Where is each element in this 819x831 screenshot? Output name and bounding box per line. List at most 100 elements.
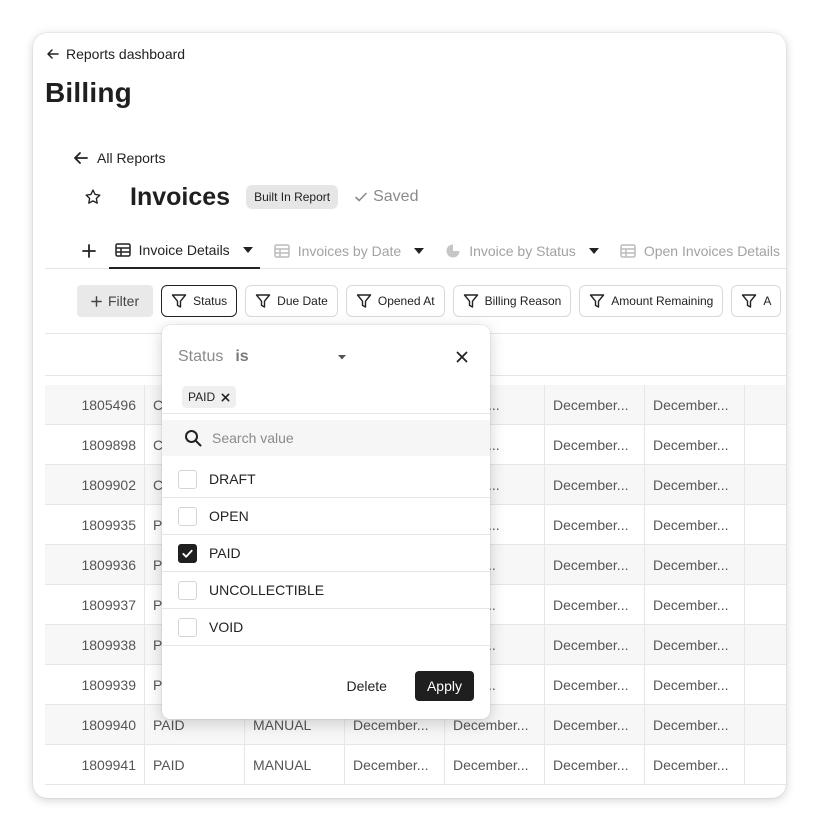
plus-icon bbox=[82, 243, 97, 258]
checkbox-icon[interactable] bbox=[178, 580, 197, 600]
option-label: OPEN bbox=[209, 508, 249, 524]
divider bbox=[162, 413, 490, 414]
filter-funnel-icon bbox=[590, 294, 605, 308]
operator-select[interactable]: is bbox=[235, 348, 347, 366]
back-to-reports-dashboard-link[interactable]: Reports dashboard bbox=[46, 46, 185, 62]
caret-down-icon bbox=[338, 355, 347, 360]
filter-funnel-icon bbox=[463, 294, 478, 308]
option-label: PAID bbox=[209, 545, 241, 561]
filter-chip-amount-remaining[interactable]: Amount Remaining bbox=[579, 285, 724, 317]
search-icon bbox=[185, 430, 202, 447]
popover-header: Status is bbox=[178, 345, 474, 369]
filter-chip-billing-reason[interactable]: Billing Reason bbox=[452, 285, 572, 317]
date-cell: December... bbox=[545, 585, 645, 624]
invoice-id-cell: 1809941 bbox=[45, 745, 145, 784]
arrow-left-icon bbox=[47, 49, 59, 59]
tab-open-invoices-details[interactable]: Open Invoices Details bbox=[614, 233, 786, 269]
table-row[interactable]: 1809941 PAID MANUAL December... December... D… bbox=[45, 745, 786, 785]
filter-chip-opened-at[interactable]: Opened At bbox=[345, 285, 445, 317]
chip-label: Opened At bbox=[377, 294, 435, 308]
apply-filter-button[interactable]: Apply bbox=[414, 671, 474, 701]
caret-down-icon[interactable] bbox=[588, 247, 600, 255]
status-filter-popover: Status is PAID DRAFT OPEN PAID UNCOLLECTIBL… bbox=[162, 325, 490, 719]
tab-invoice-by-status[interactable]: Invoice by Status bbox=[439, 233, 606, 269]
filter-chip-due-date[interactable]: Due Date bbox=[245, 285, 338, 317]
option-label: VOID bbox=[209, 619, 244, 635]
report-tabs: Invoice Details Invoices by Date Invoice… bbox=[45, 233, 786, 269]
add-filter-label: Filter bbox=[108, 293, 140, 309]
date-cell: December... bbox=[545, 385, 645, 424]
all-reports-label: All Reports bbox=[97, 150, 166, 166]
delete-filter-button[interactable]: Delete bbox=[331, 671, 403, 701]
back-link-label: Reports dashboard bbox=[66, 46, 186, 62]
filter-funnel-icon bbox=[742, 294, 757, 308]
report-header: Invoices Built In Report Saved bbox=[83, 179, 418, 215]
invoice-id-cell: 1809939 bbox=[45, 665, 145, 704]
remove-tag-icon[interactable] bbox=[221, 393, 230, 402]
caret-down-icon[interactable] bbox=[413, 247, 425, 255]
invoice-id-cell: 1809935 bbox=[45, 505, 145, 544]
table-icon bbox=[620, 243, 636, 258]
tab-invoices-by-date[interactable]: Invoices by Date bbox=[268, 233, 432, 269]
date-cell: December... bbox=[645, 745, 745, 784]
tab-invoice-details[interactable]: Invoice Details bbox=[108, 233, 260, 269]
checkbox-icon[interactable] bbox=[178, 617, 197, 637]
checkbox-icon[interactable] bbox=[178, 506, 197, 526]
option-label: DRAFT bbox=[209, 471, 256, 487]
tab-label: Invoices by Date bbox=[297, 242, 402, 259]
invoice-id-cell: 1809902 bbox=[45, 465, 145, 504]
chip-label: Billing Reason bbox=[484, 294, 562, 308]
all-reports-link[interactable]: All Reports bbox=[73, 150, 165, 166]
saved-status: Saved bbox=[354, 188, 418, 206]
filter-chip-truncated[interactable]: A bbox=[731, 285, 782, 317]
filter-chip-status[interactable]: Status bbox=[161, 285, 238, 317]
date-cell: December... bbox=[545, 705, 645, 744]
filter-funnel-icon bbox=[356, 294, 372, 308]
tag-label: PAID bbox=[188, 390, 216, 404]
invoice-id-cell: 1809938 bbox=[45, 625, 145, 664]
tab-label: Invoice Details bbox=[138, 241, 230, 258]
table-icon bbox=[114, 242, 131, 257]
date-cell: December... bbox=[545, 665, 645, 704]
date-cell: December... bbox=[545, 745, 645, 784]
filter-field-label: Status bbox=[178, 348, 224, 365]
checkbox-icon[interactable] bbox=[178, 469, 197, 489]
tab-label: Open Invoices Details bbox=[643, 242, 780, 259]
status-option-paid[interactable]: PAID bbox=[162, 535, 490, 572]
date-cell: December... bbox=[345, 745, 445, 784]
invoice-id-cell: 1809937 bbox=[45, 585, 145, 624]
table-icon bbox=[273, 243, 290, 258]
saved-label: Saved bbox=[373, 188, 419, 205]
date-cell: December... bbox=[645, 425, 745, 464]
date-cell: December... bbox=[545, 625, 645, 664]
favorite-star-icon[interactable] bbox=[83, 187, 103, 207]
status-option-open[interactable]: OPEN bbox=[162, 498, 490, 535]
status-option-list: DRAFT OPEN PAID UNCOLLECTIBLE VOID bbox=[162, 461, 490, 646]
page-title: Billing bbox=[45, 77, 132, 108]
search-value-input[interactable] bbox=[212, 430, 452, 446]
date-cell: December... bbox=[645, 705, 745, 744]
add-filter-button[interactable]: Filter bbox=[77, 285, 154, 317]
check-icon bbox=[355, 192, 367, 202]
checkbox-checked-icon[interactable] bbox=[178, 543, 197, 563]
chip-label: Due Date bbox=[277, 294, 328, 308]
selected-value-tag: PAID bbox=[182, 386, 237, 408]
plus-icon bbox=[91, 295, 102, 307]
chip-label: A bbox=[763, 294, 772, 308]
date-cell: December... bbox=[545, 425, 645, 464]
date-cell: December... bbox=[545, 465, 645, 504]
invoice-id-cell: 1809940 bbox=[45, 705, 145, 744]
status-option-void[interactable]: VOID bbox=[162, 609, 490, 646]
caret-down-icon[interactable] bbox=[242, 246, 254, 254]
add-tab-button[interactable] bbox=[78, 239, 101, 263]
chip-label: Status bbox=[193, 294, 228, 308]
close-icon[interactable] bbox=[450, 345, 474, 369]
status-option-uncollectible[interactable]: UNCOLLECTIBLE bbox=[162, 572, 490, 609]
invoice-id-cell: 1805496 bbox=[45, 385, 145, 424]
date-cell: December... bbox=[545, 505, 645, 544]
status-option-draft[interactable]: DRAFT bbox=[162, 461, 490, 498]
pie-chart-icon bbox=[446, 244, 460, 257]
filter-bar: Filter Status Due Date Opened At Billing… bbox=[77, 285, 782, 317]
date-cell: December... bbox=[445, 745, 545, 784]
filter-funnel-icon bbox=[255, 294, 271, 308]
